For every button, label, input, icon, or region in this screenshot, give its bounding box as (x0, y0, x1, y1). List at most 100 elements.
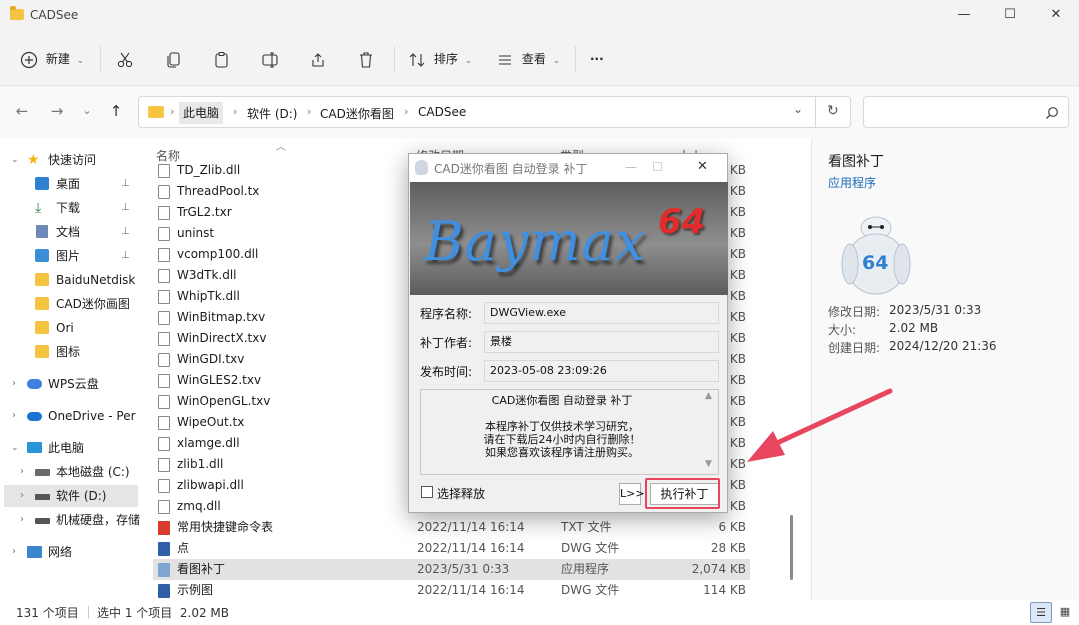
sidebar-item-onedrive[interactable]: › OneDrive - Per (0, 405, 140, 427)
file-icon (158, 416, 170, 430)
release-time-field[interactable]: 2023-05-08 23:09:26 (484, 360, 719, 382)
highlight-box (645, 478, 720, 509)
sidebar-item-label: 图标 (56, 345, 81, 359)
recent-locations-button[interactable]: ⌄ (77, 100, 97, 122)
cut-button[interactable] (116, 47, 134, 71)
breadcrumb-cad-viewer[interactable]: CAD迷你看图 (320, 105, 394, 122)
close-button[interactable]: ✕ (1033, 0, 1079, 32)
details-size-value: 2.02 MB (889, 321, 939, 335)
address-bar[interactable]: › 此电脑 › 软件 (D:) › CAD迷你看图 › CADSee ⌄ ↻ (138, 96, 851, 128)
sidebar-item-cad-paint[interactable]: CAD迷你画图 (0, 293, 140, 315)
sidebar-item-wps-cloud[interactable]: › WPS云盘 (0, 373, 140, 395)
log-toggle-button[interactable]: L>> (619, 483, 645, 505)
up-button[interactable]: ↑ (106, 100, 126, 122)
file-date: 2022/11/14 16:14 (417, 583, 525, 597)
file-size: KB (729, 352, 746, 366)
chevron-right-icon: › (20, 490, 24, 501)
program-name-field[interactable]: DWGView.exe (484, 302, 719, 324)
sidebar-item-pictures[interactable]: 图片 ⊥ (0, 245, 140, 267)
address-divider (815, 97, 816, 127)
chevron-right-icon: › (20, 514, 24, 525)
file-size: KB (729, 499, 746, 513)
file-size: KB (729, 310, 746, 324)
breadcrumb-separator: › (170, 105, 175, 118)
file-name: WinOpenGL.txv (177, 394, 271, 408)
file-date: 2022/11/14 16:14 (417, 520, 525, 534)
author-field[interactable]: 景楼 (484, 331, 719, 353)
notice-memo[interactable]: CAD迷你看图 自动登录 补丁 本程序补丁仅供技术学习研究， 请在下载后24小时… (420, 389, 719, 475)
cut-icon (117, 52, 133, 67)
sidebar-item-drive-d[interactable]: › 软件 (D:) (4, 485, 138, 507)
table-row[interactable]: 示例图 2022/11/14 16:14 DWG 文件 114 KB (153, 580, 750, 601)
breadcrumb-cadsee[interactable]: CADSee (418, 105, 466, 119)
documents-icon (36, 225, 48, 238)
sidebar-item-ori[interactable]: Ori (0, 317, 140, 339)
search-icon (1046, 107, 1058, 119)
view-icon (499, 54, 511, 65)
maximize-button[interactable]: ☐ (987, 0, 1033, 32)
dialog-maximize-button: ☐ (652, 160, 663, 174)
sidebar-item-icons-folder[interactable]: 图标 (0, 341, 140, 363)
delete-button[interactable] (357, 47, 375, 71)
breadcrumb-drive-d[interactable]: 软件 (D:) (247, 105, 297, 122)
sidebar-item-downloads[interactable]: ⤓ 下载 ⊥ (0, 197, 140, 219)
scroll-up-icon[interactable]: ▲ (705, 391, 712, 401)
sidebar-item-desktop[interactable]: 桌面 ⊥ (0, 173, 140, 195)
sidebar-item-quick-access[interactable]: ⌄ ★ 快速访问 (0, 149, 140, 171)
forward-button[interactable]: → (47, 100, 67, 122)
file-icon (158, 290, 170, 304)
windows-drive-icon (35, 469, 50, 476)
sidebar-item-hdd[interactable]: › 机械硬盘，存储 (0, 509, 140, 531)
file-name: W3dTk.dll (177, 268, 237, 282)
sidebar-item-this-pc[interactable]: ⌄ 此电脑 (0, 437, 140, 459)
table-row[interactable]: 常用快捷键命令表 2022/11/14 16:14 TXT 文件 6 KB (153, 517, 750, 538)
file-icon (158, 458, 170, 472)
banner-title: Baymax (424, 210, 647, 273)
share-button[interactable] (309, 47, 327, 71)
sidebar-item-drive-c[interactable]: › 本地磁盘 (C:) (0, 461, 140, 483)
table-row[interactable]: 点 2022/11/14 16:14 DWG 文件 28 KB (153, 538, 750, 559)
details-view-button[interactable]: ☰ (1030, 602, 1052, 623)
back-button[interactable]: ← (12, 100, 32, 122)
file-icon (158, 584, 170, 598)
file-type: DWG 文件 (561, 583, 620, 597)
sidebar-item-baidunetdisk[interactable]: BaiduNetdisk (0, 269, 140, 291)
rename-button[interactable] (261, 47, 279, 71)
file-name: WhipTk.dll (177, 289, 240, 303)
tiles-view-button[interactable]: ▦ (1055, 602, 1075, 623)
item-count: 131 个项目 (16, 606, 79, 620)
sidebar-item-label: 软件 (D:) (56, 489, 107, 503)
table-row[interactable]: 看图补丁 2023/5/31 0:33 应用程序 2,074 KB (153, 559, 750, 580)
minimize-button[interactable]: — (941, 0, 987, 32)
view-button[interactable]: 查看 ⌄ (496, 47, 560, 71)
address-dropdown-button[interactable]: ⌄ (793, 102, 803, 116)
divider (394, 46, 395, 72)
release-checkbox[interactable] (421, 486, 433, 498)
more-button[interactable]: ··· (590, 47, 604, 71)
scroll-down-icon[interactable]: ▼ (705, 459, 712, 469)
file-icon (158, 374, 170, 388)
memo-scrollbar[interactable]: ▲ ▼ (702, 390, 718, 474)
breadcrumb-this-pc[interactable]: 此电脑 (179, 102, 224, 124)
sidebar-item-documents[interactable]: 文档 ⊥ (0, 221, 140, 243)
file-date: 2022/11/14 16:14 (417, 541, 525, 555)
file-icon (158, 185, 170, 199)
pin-icon: ⊥ (121, 178, 130, 189)
file-name: uninst (177, 226, 215, 240)
sidebar-item-network[interactable]: › 网络 (0, 541, 140, 563)
file-size: 28 KB (710, 541, 746, 555)
paste-button[interactable] (213, 47, 231, 71)
copy-button[interactable] (165, 47, 183, 71)
vertical-scrollbar[interactable] (790, 515, 793, 580)
sort-button[interactable]: 排序 ⌄ (408, 47, 472, 71)
details-modified-label: 修改日期: (828, 305, 881, 319)
patch-dialog: CAD迷你看图 自动登录 补丁 — ☐ ✕ Baymax 64 程序名称: DW… (408, 153, 728, 513)
dialog-close-button[interactable]: ✕ (697, 159, 708, 174)
search-input[interactable] (863, 96, 1069, 128)
refresh-button[interactable]: ↻ (827, 103, 839, 119)
copy-icon (167, 51, 180, 68)
dialog-title-bar: CAD迷你看图 自动登录 补丁 — ☐ ✕ (409, 154, 727, 182)
sidebar-item-label: OneDrive - Per (48, 409, 136, 423)
file-size: KB (729, 247, 746, 261)
new-button[interactable]: 新建 ⌄ (20, 47, 84, 71)
